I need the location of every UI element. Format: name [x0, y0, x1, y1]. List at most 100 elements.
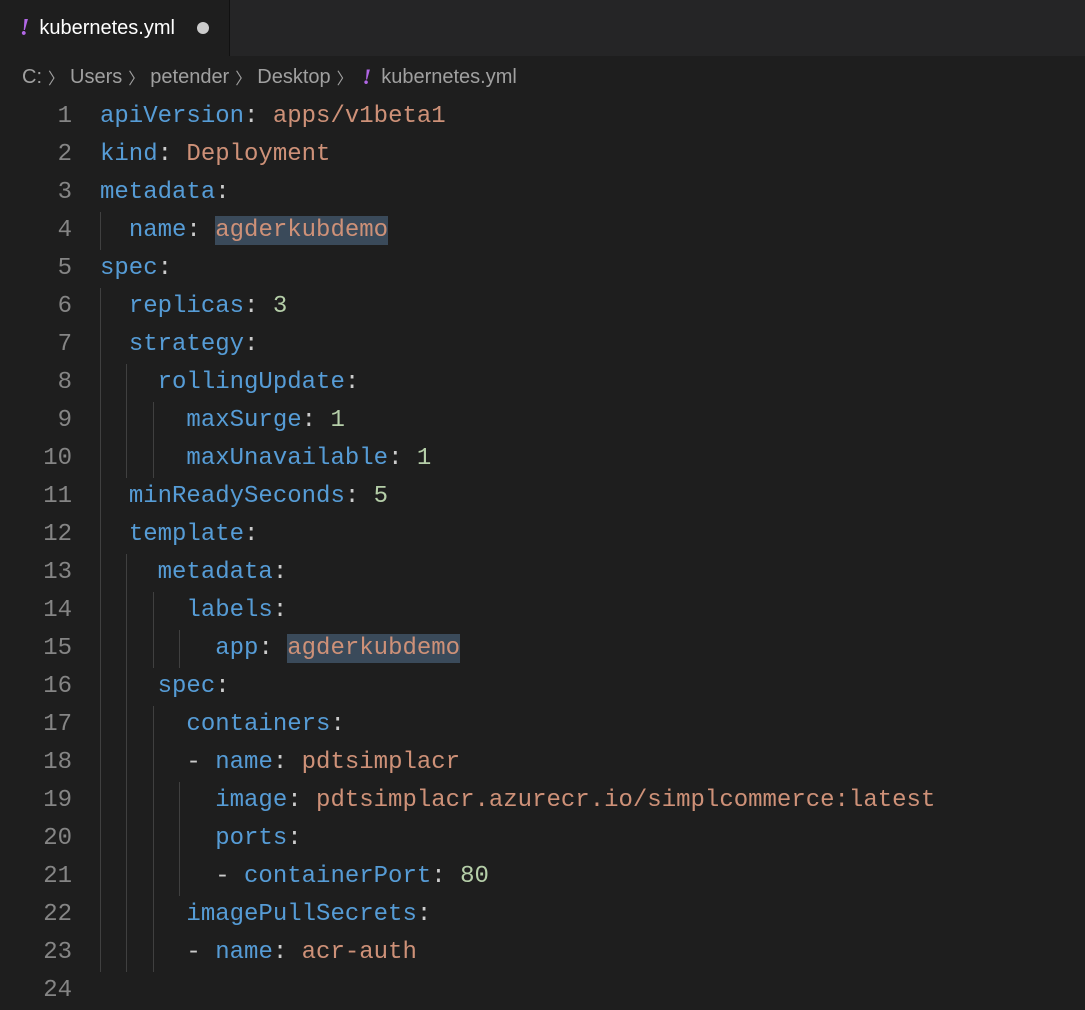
indent-guide: [126, 896, 127, 934]
editor-tab[interactable]: ! kubernetes.yml: [0, 0, 230, 56]
code-editor[interactable]: 123456789101112131415161718192021222324 …: [0, 98, 1085, 1010]
indent-guide: [100, 668, 101, 706]
code-line[interactable]: image: pdtsimplacr.azurecr.io/simplcomme…: [100, 782, 1085, 820]
indent-guide: [100, 630, 101, 668]
indent-guide: [100, 478, 101, 516]
indent-guide: [126, 820, 127, 858]
code-line[interactable]: maxSurge: 1: [100, 402, 1085, 440]
code-line[interactable]: template:: [100, 516, 1085, 554]
code-line[interactable]: replicas: 3: [100, 288, 1085, 326]
code-line[interactable]: metadata:: [100, 174, 1085, 212]
indent-guide: [100, 706, 101, 744]
indent-guide: [100, 592, 101, 630]
line-number: 24: [0, 972, 72, 1010]
indent-guide: [100, 744, 101, 782]
indent-guide: [100, 554, 101, 592]
code-line[interactable]: app: agderkubdemo: [100, 630, 1085, 668]
tab-filename: kubernetes.yml: [39, 17, 175, 40]
breadcrumb-segment[interactable]: Desktop: [257, 66, 330, 89]
indent-guide: [153, 592, 154, 630]
indent-guide: [100, 402, 101, 440]
line-number: 7: [0, 326, 72, 364]
chevron-right-icon: 〉: [48, 65, 64, 89]
code-line[interactable]: spec:: [100, 668, 1085, 706]
indent-guide: [126, 592, 127, 630]
line-number: 20: [0, 820, 72, 858]
line-number: 5: [0, 250, 72, 288]
indent-guide: [100, 782, 101, 820]
indent-guide: [100, 896, 101, 934]
code-line[interactable]: name: agderkubdemo: [100, 212, 1085, 250]
breadcrumb-segment[interactable]: petender: [150, 66, 229, 89]
line-number: 4: [0, 212, 72, 250]
line-number: 18: [0, 744, 72, 782]
indent-guide: [153, 782, 154, 820]
indent-guide: [179, 630, 180, 668]
indent-guide: [100, 364, 101, 402]
code-line[interactable]: - name: acr-auth: [100, 934, 1085, 972]
line-number: 1: [0, 98, 72, 136]
code-line[interactable]: spec:: [100, 250, 1085, 288]
breadcrumb-segment[interactable]: C:: [22, 66, 42, 89]
code-content[interactable]: apiVersion: apps/v1beta1kind: Deployment…: [100, 98, 1085, 1010]
line-number: 22: [0, 896, 72, 934]
code-line[interactable]: kind: Deployment: [100, 136, 1085, 174]
code-line[interactable]: [100, 972, 1085, 1010]
indent-guide: [100, 326, 101, 364]
word-highlight: agderkubdemo: [287, 634, 460, 663]
code-line[interactable]: ports:: [100, 820, 1085, 858]
line-number: 6: [0, 288, 72, 326]
code-line[interactable]: - name: pdtsimplacr: [100, 744, 1085, 782]
indent-guide: [126, 402, 127, 440]
indent-guide: [126, 630, 127, 668]
unsaved-indicator-icon[interactable]: [197, 22, 209, 34]
indent-guide: [100, 516, 101, 554]
indent-guide: [100, 820, 101, 858]
code-line[interactable]: imagePullSecrets:: [100, 896, 1085, 934]
code-line[interactable]: apiVersion: apps/v1beta1: [100, 98, 1085, 136]
line-number: 15: [0, 630, 72, 668]
indent-guide: [126, 440, 127, 478]
indent-guide: [153, 630, 154, 668]
indent-guide: [153, 858, 154, 896]
indent-guide: [126, 782, 127, 820]
line-number-gutter: 123456789101112131415161718192021222324: [0, 98, 100, 1010]
line-number: 14: [0, 592, 72, 630]
indent-guide: [153, 402, 154, 440]
breadcrumb-segment[interactable]: Users: [70, 66, 122, 89]
breadcrumb-file[interactable]: kubernetes.yml: [381, 66, 517, 89]
code-line[interactable]: metadata:: [100, 554, 1085, 592]
indent-guide: [100, 288, 101, 326]
chevron-right-icon: 〉: [235, 65, 251, 89]
indent-guide: [179, 782, 180, 820]
indent-guide: [153, 934, 154, 972]
indent-guide: [153, 820, 154, 858]
line-number: 17: [0, 706, 72, 744]
line-number: 3: [0, 174, 72, 212]
code-line[interactable]: strategy:: [100, 326, 1085, 364]
word-highlight: agderkubdemo: [215, 216, 388, 245]
code-line[interactable]: rollingUpdate:: [100, 364, 1085, 402]
indent-guide: [126, 744, 127, 782]
breadcrumb[interactable]: C: 〉 Users 〉 petender 〉 Desktop 〉 ! kube…: [0, 56, 1085, 98]
tab-bar: ! kubernetes.yml: [0, 0, 1085, 56]
indent-guide: [100, 934, 101, 972]
line-number: 10: [0, 440, 72, 478]
indent-guide: [126, 364, 127, 402]
code-line[interactable]: maxUnavailable: 1: [100, 440, 1085, 478]
chevron-right-icon: 〉: [128, 65, 144, 89]
line-number: 8: [0, 364, 72, 402]
line-number: 11: [0, 478, 72, 516]
indent-guide: [153, 440, 154, 478]
yaml-file-icon: !: [20, 15, 29, 42]
indent-guide: [179, 820, 180, 858]
line-number: 23: [0, 934, 72, 972]
code-line[interactable]: containers:: [100, 706, 1085, 744]
code-line[interactable]: minReadySeconds: 5: [100, 478, 1085, 516]
line-number: 19: [0, 782, 72, 820]
code-line[interactable]: - containerPort: 80: [100, 858, 1085, 896]
indent-guide: [100, 858, 101, 896]
line-number: 16: [0, 668, 72, 706]
code-line[interactable]: labels:: [100, 592, 1085, 630]
indent-guide: [126, 858, 127, 896]
